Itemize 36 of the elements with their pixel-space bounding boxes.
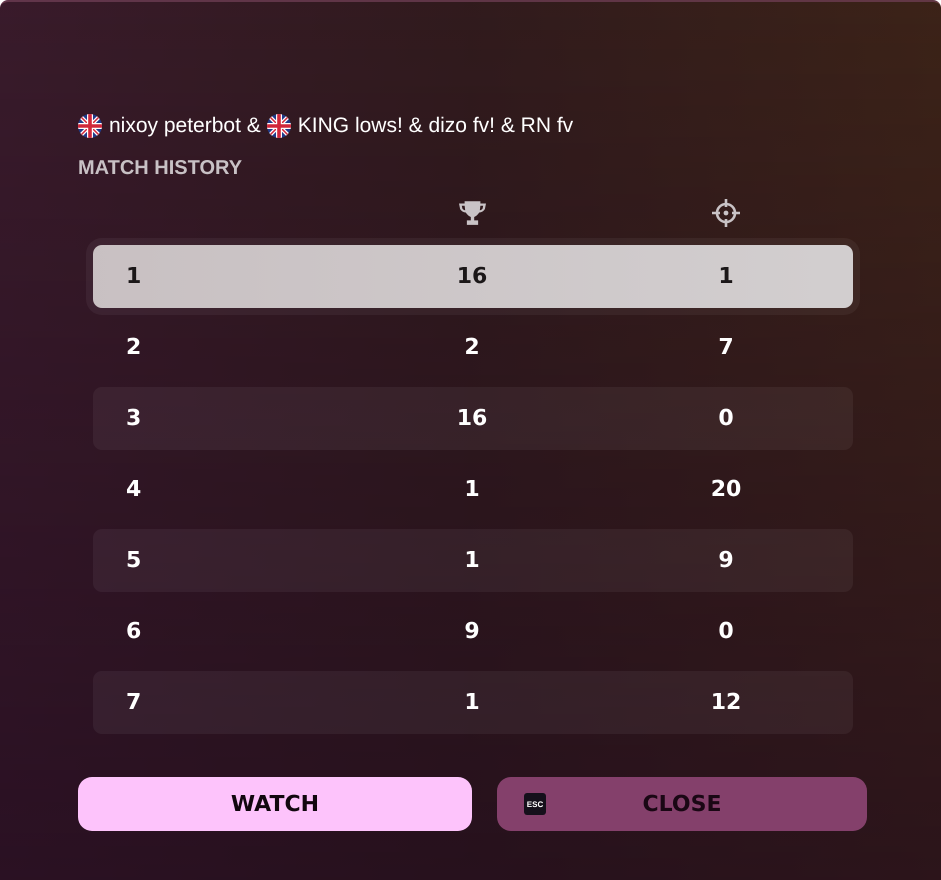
table-cell: 16 [456,406,488,431]
section-title: MATCH HISTORY [78,156,242,180]
table-cell: 2 [126,335,142,360]
table-cell: 20 [710,477,742,502]
table-cell: 1 [464,690,480,715]
table-cell: 12 [710,690,742,715]
team-name: nixoy peterbot & [109,114,261,138]
match-row[interactable]: 7 1 12 [93,671,853,734]
match-row[interactable]: 6 9 0 [93,600,853,663]
match-row[interactable]: 4 1 20 [93,458,853,521]
table-cell: 1 [126,264,142,289]
match-row[interactable]: 1 16 1 [93,245,853,308]
table-cell: 0 [718,619,734,644]
table-cell: 3 [126,406,142,431]
match-row[interactable]: 3 16 0 [93,387,853,450]
trophy-icon [458,201,486,225]
crosshair-icon [711,198,741,228]
table-cell: 7 [126,690,142,715]
table-cell: 4 [126,477,142,502]
key-hint: ESC [524,793,546,815]
table-cell: 9 [464,619,480,644]
action-button[interactable]: ESC CLOSE [497,777,867,831]
table-cell: 6 [126,619,142,644]
table-cell: 0 [718,406,734,431]
table-cell: 7 [718,335,734,360]
table-cell: 2 [464,335,480,360]
table-cell: 1 [718,264,734,289]
match-row[interactable]: 2 2 7 [93,316,853,379]
action-button[interactable]: WATCH [78,777,472,831]
table-cell: 5 [126,548,142,573]
match-row[interactable]: 5 1 9 [93,529,853,592]
team-name: KING lows! & dizo fv! & RN fv [298,114,574,138]
table-cell: 9 [718,548,734,573]
table-cell: 1 [464,548,480,573]
table-cell: 16 [456,264,488,289]
table-cell: 1 [464,477,480,502]
